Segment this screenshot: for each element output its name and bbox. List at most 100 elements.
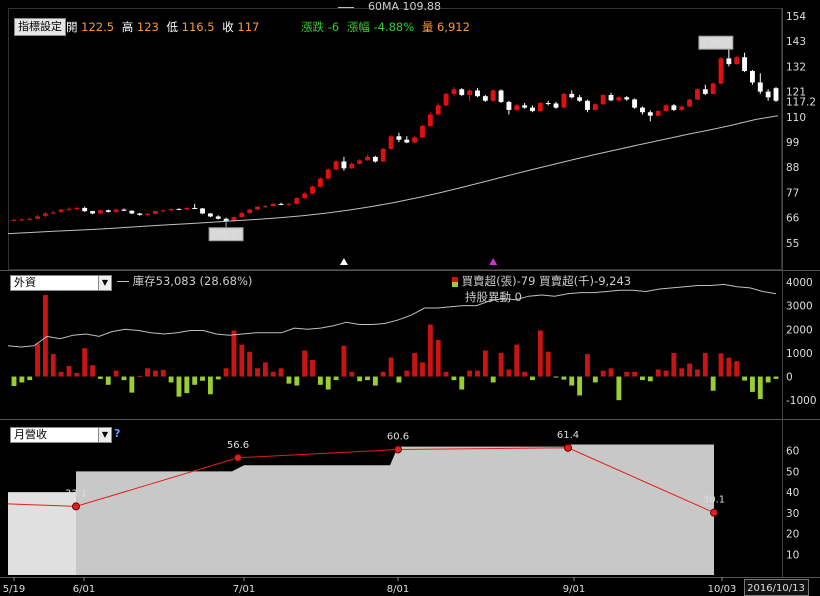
foreign-net-bar [687, 363, 693, 377]
candle-body [742, 57, 748, 71]
foreign-net-bar [427, 324, 433, 377]
foreign-net-bar [632, 371, 638, 377]
foreign-net-bar [569, 376, 575, 386]
indicator-settings-button[interactable]: 指標設定 [14, 18, 66, 36]
candle-body [506, 101, 512, 110]
revenue-point-label: 61.4 [557, 430, 579, 441]
foreign-y-tick: 1000 [786, 348, 813, 360]
candle-body [490, 90, 496, 101]
foreign-net-bar [333, 376, 339, 381]
foreign-net-bar [50, 354, 56, 377]
candle-body [239, 213, 245, 218]
candle-body [553, 103, 559, 108]
foreign-net-bar [35, 343, 41, 377]
candle-body [404, 139, 410, 143]
foreign-net-bar [278, 368, 284, 377]
price-y-tick: 99 [786, 137, 799, 149]
foreign-net-bar [577, 376, 583, 396]
foreign-net-bar [58, 371, 64, 377]
candle-body [278, 203, 284, 205]
foreign-net-bar [137, 375, 143, 377]
stock-chart: 139.5 64.2 33.1 56.6 60.6 61.4 30.1 55 66 77 88 9… [0, 8, 820, 596]
foreign-net-bar [506, 369, 512, 377]
foreign-selector-value: 外資 [14, 276, 36, 289]
foreign-net-bar [294, 376, 300, 386]
foreign-selector[interactable]: 外資 ▼ [10, 275, 112, 291]
candle-body [530, 107, 535, 112]
candle-body [679, 106, 685, 110]
foreign-net-bar [663, 370, 669, 377]
foreign-net-bar [624, 371, 630, 377]
foreign-net-bar [655, 369, 661, 377]
candle-body [215, 216, 221, 219]
high-label-text: 139.5 [702, 38, 731, 49]
candle-body [160, 210, 166, 212]
foreign-net-bar [600, 370, 606, 377]
foreign-net-bar [223, 368, 229, 377]
candle-body [459, 89, 465, 96]
candle-body [333, 161, 339, 170]
foreign-net-bar [773, 376, 779, 379]
foreign-net-bar [200, 376, 205, 381]
candle-body [129, 210, 135, 214]
foreign-net-bar [129, 376, 135, 393]
candle-body [537, 103, 543, 112]
candle-body [176, 208, 182, 210]
candle-body [655, 111, 661, 116]
foreign-net-bar [97, 376, 103, 379]
last-price-label: 117.2 [786, 96, 816, 108]
help-icon[interactable]: ? [114, 427, 120, 440]
candle-body [663, 105, 669, 112]
revenue-selector-value: 月營收 [14, 428, 47, 441]
ma-legend-swatch [338, 6, 354, 8]
foreign-net-bar [341, 345, 347, 377]
candle-body [349, 163, 355, 169]
foreign-net-bar [467, 370, 473, 377]
candle-body [247, 209, 253, 214]
revenue-selector[interactable]: 月營收 ▼ [10, 427, 112, 443]
candle-body [435, 105, 441, 115]
foreign-net-bar [530, 376, 535, 381]
candle-body [412, 137, 418, 143]
candle-body [325, 169, 331, 179]
inventory-text: 庫存53,083 (28.68%) [132, 274, 253, 288]
candle-body [600, 95, 606, 105]
foreign-net-bar [443, 371, 449, 377]
candle-body [27, 218, 33, 220]
candle-body [749, 70, 755, 83]
candle-body [467, 90, 473, 96]
foreign-net-bar [765, 376, 771, 383]
candle-body [302, 193, 308, 199]
candle-body [357, 160, 363, 164]
revenue-point-label: 56.6 [227, 440, 249, 451]
x-tick-label: 5/19 [3, 584, 25, 595]
candle-body [310, 186, 315, 194]
last-date-text: 2016/10/13 [747, 583, 805, 594]
foreign-net-bar [357, 376, 363, 382]
chevron-down-icon[interactable]: ▼ [98, 276, 111, 290]
net-lots-legend: 買賣超(張)-79 買賣超(千)-9,243 [452, 273, 631, 289]
candle-body [475, 90, 480, 97]
foreign-net-bar [451, 376, 457, 381]
price-y-tick: 77 [786, 187, 799, 199]
candle-body [687, 99, 693, 107]
foreign-net-bar [184, 376, 190, 394]
foreign-net-bar [757, 376, 763, 399]
candle-body [113, 209, 119, 212]
chevron-down-icon[interactable]: ▼ [98, 428, 111, 442]
foreign-net-bar [145, 368, 150, 377]
revenue-y-tick: 10 [786, 549, 799, 561]
candle-body [365, 156, 370, 161]
foreign-net-bar [270, 371, 276, 377]
candle-body [380, 148, 386, 162]
candle-body [207, 213, 213, 217]
candle-body [522, 105, 528, 108]
foreign-net-bar [255, 368, 260, 377]
foreign-net-bar [247, 351, 253, 377]
foreign-net-bar [640, 376, 645, 381]
change-value: -6 [327, 20, 340, 34]
foreign-net-bar [585, 354, 590, 377]
candle-body [616, 97, 622, 101]
foreign-net-bar [19, 376, 25, 383]
candle-body [710, 83, 716, 94]
